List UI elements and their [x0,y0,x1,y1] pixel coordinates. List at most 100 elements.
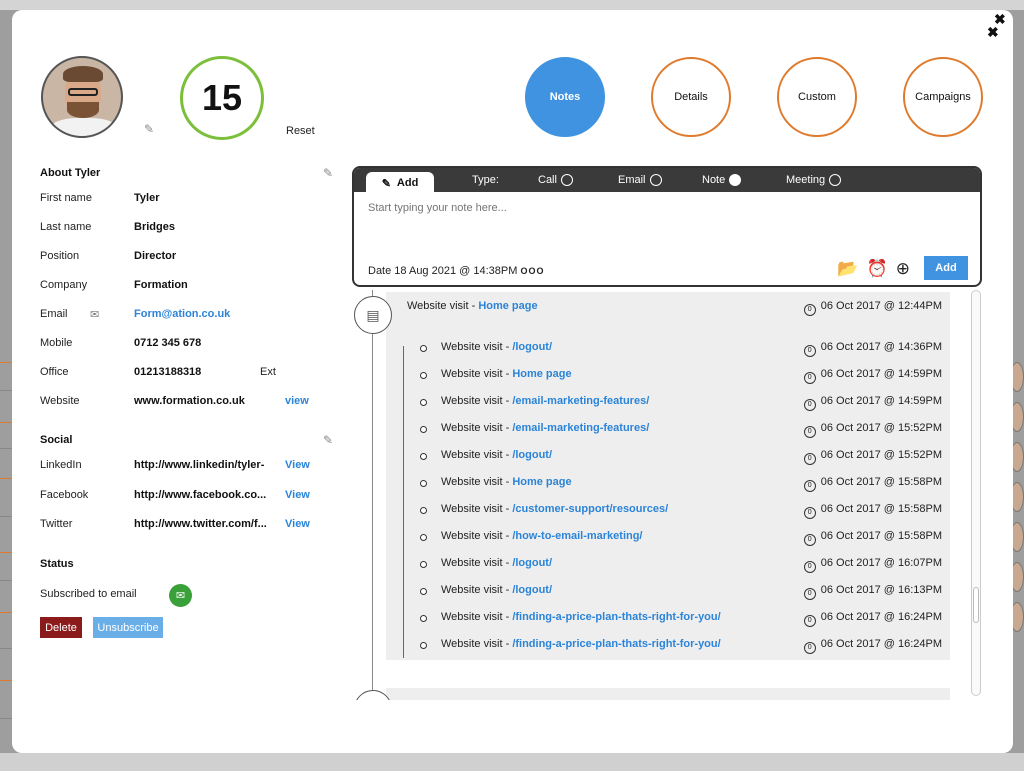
visit-page-link[interactable]: /logout/ [512,341,552,353]
field-label: Mobile [40,337,73,349]
scrollbar-thumb[interactable] [973,587,979,623]
timeline-item[interactable]: Website visit - /logout/0 06 Oct 2017 @ 1… [386,449,950,465]
timeline-line [372,290,373,700]
timeline-item[interactable]: Website visit - /finding-a-price-plan-th… [386,638,950,654]
alarm-clock-icon[interactable]: ⏰ [867,259,888,279]
visit-prefix: Website visit - [441,449,513,461]
visit-page-link[interactable]: /logout/ [512,584,552,596]
timeline-dot [420,345,427,352]
note-date[interactable]: Date 18 Aug 2021 @ 14:38PM OOO [368,265,544,277]
field-label: Facebook [40,489,89,501]
visit-page-link[interactable]: /email-marketing-features/ [512,422,649,434]
type-meeting-radio[interactable]: Meeting [786,174,842,186]
timeline-main-item[interactable]: Website visit - Home page 0 06 Oct 2017 @… [386,300,950,316]
website-view-link[interactable]: view [285,395,309,407]
edit-social-pencil-icon[interactable]: ✎ [323,433,333,447]
tab-details[interactable]: Details [651,57,731,137]
timeline-item[interactable]: Website visit - /customer-support/resour… [386,503,950,519]
visit-time: 06 Oct 2017 @ 12:44PM [820,300,942,312]
add-circle-icon[interactable]: ⊕ [896,259,910,279]
timeline-item[interactable]: Website visit - /finding-a-price-plan-th… [386,611,950,627]
timeline-dot [420,588,427,595]
clock-icon: 0 [803,561,816,573]
timeline-dot [420,561,427,568]
visit-prefix: Website visit - [441,503,513,515]
visit-time: 06 Oct 2017 @ 15:58PM [820,476,942,488]
reset-score-link[interactable]: Reset [286,125,315,137]
visit-time: 06 Oct 2017 @ 16:07PM [820,557,942,569]
social-title: Social [40,434,73,446]
edit-about-pencil-icon[interactable]: ✎ [323,166,333,180]
field-value: Formation [134,279,188,291]
note-date-text: Date 18 Aug 2021 @ 14:38PM [368,265,518,277]
facebook-view-link[interactable]: View [285,489,310,501]
delete-button[interactable]: Delete [40,617,82,638]
tab-notes[interactable]: Notes [525,57,605,137]
timeline-item[interactable]: Website visit - /how-to-email-marketing/… [386,530,950,546]
note-textarea[interactable] [368,202,888,214]
visit-time: 06 Oct 2017 @ 16:13PM [820,584,942,596]
timeline-scrollbar[interactable] [971,290,981,696]
tab-campaigns[interactable]: Campaigns [903,57,983,137]
visit-page-link[interactable]: /finding-a-price-plan-thats-right-for-yo… [512,611,720,623]
background-app-header [0,0,1024,10]
field-twitter: Twitter http://www.twitter.com/f... View [40,518,330,534]
visit-page-link[interactable]: /customer-support/resources/ [512,503,668,515]
linkedin-view-link[interactable]: View [285,459,310,471]
tab-custom[interactable]: Custom [777,57,857,137]
note-tools: 📂 ⏰ ⊕ [837,259,910,279]
clock-icon: 0 [803,453,816,465]
timeline-item[interactable]: Website visit - /logout/0 06 Oct 2017 @ 1… [386,341,950,357]
timeline-item[interactable]: Website visit - Home page 0 06 Oct 2017 @ … [386,368,950,384]
type-note-radio[interactable]: Note [702,174,742,186]
ext-label: Ext [260,366,276,378]
field-label: Company [40,279,88,291]
more-options-icon[interactable]: OOO [520,266,544,276]
add-tab-label: Add [396,177,419,189]
activity-timeline: Website visit - Home page 0 06 Oct 2017 @… [352,290,982,700]
visit-page-link[interactable]: Home page [512,368,571,380]
folder-icon[interactable]: 📂 [837,259,858,279]
field-facebook: Facebook http://www.facebook.co... View [40,489,330,505]
contact-score: 15 [180,56,264,140]
visit-prefix: Website visit - [441,530,513,542]
clock-icon: 0 [803,507,816,519]
timeline-item[interactable]: Website visit - /email-marketing-feature… [386,422,950,438]
visit-page-link[interactable]: /email-marketing-features/ [512,395,649,407]
field-label: First name [40,192,92,204]
add-note-button[interactable]: Add [924,256,968,280]
close-button[interactable]: ✖ [987,25,999,39]
unsubscribe-button[interactable]: Unsubscribe [93,617,163,638]
radio-circle-icon [829,174,842,186]
clock-icon: 0 [803,345,816,357]
field-website: Website www.formation.co.uk view [40,395,330,411]
timeline-item[interactable]: Website visit - Home page 0 06 Oct 2017 @ … [386,476,950,492]
timeline-item[interactable]: Website visit - /logout/0 06 Oct 2017 @ 1… [386,584,950,600]
type-email-radio[interactable]: Email [618,174,662,186]
visit-page-link[interactable]: /logout/ [512,557,552,569]
timeline-item[interactable]: Website visit - /email-marketing-feature… [386,395,950,411]
add-note-tab[interactable]: ✎ Add [366,172,434,194]
type-call-radio[interactable]: Call [538,174,573,186]
visit-page-link[interactable]: /logout/ [512,449,552,461]
visit-time: 06 Oct 2017 @ 16:24PM [820,638,942,650]
field-value: Bridges [134,221,175,233]
email-link[interactable]: Form@ation.co.uk [134,308,230,320]
visit-page-link[interactable]: /how-to-email-marketing/ [512,530,642,542]
edit-avatar-pencil-icon[interactable]: ✎ [144,122,154,136]
radio-label: Call [538,174,557,186]
visit-page-link[interactable]: /finding-a-price-plan-thats-right-for-yo… [512,638,720,650]
pencil-icon: ✎ [381,177,391,190]
clock-icon: 0 [803,534,816,546]
visit-page-link[interactable]: Home page [512,476,571,488]
twitter-view-link[interactable]: View [285,518,310,530]
timeline-dot [420,426,427,433]
radio-label: Email [618,174,646,186]
timeline-item[interactable]: Website visit - /logout/0 06 Oct 2017 @ 1… [386,557,950,573]
visit-prefix: Website visit - [441,557,513,569]
avatar [41,56,123,138]
envelope-icon[interactable]: ✉ [90,308,99,321]
timeline-dot [420,534,427,541]
visit-page-link[interactable]: Home page [478,300,537,312]
field-label: Website [40,395,80,407]
